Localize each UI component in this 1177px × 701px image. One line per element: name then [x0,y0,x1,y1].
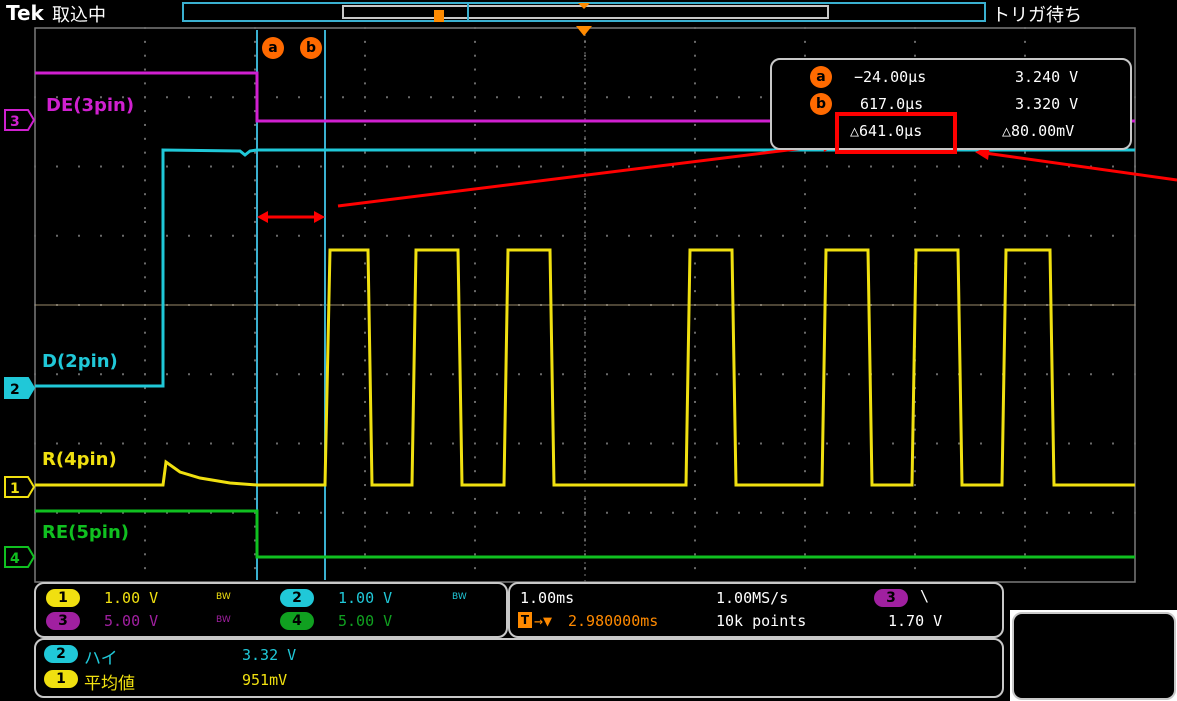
ch4-scale: 5.00 V [338,612,393,630]
ch3-scale: 5.00 V [104,612,159,630]
cursor-b-time: 617.0μs [860,95,924,113]
trigger-slope-icon: \ [920,587,930,605]
trigger-marker[interactable] [576,26,592,36]
cursor-a-label[interactable]: a [262,37,284,59]
ch2-scale: 1.00 V [338,589,393,607]
ch3-bw-limit: BW [216,615,231,625]
ch1-scale: 1.00 V [104,589,159,607]
oscilloscope-screen: Tek 取込中 トリガ待ち 3 2 1 4 a b DE(3pin) D(2pi… [0,0,1177,701]
delta-volt: △80.00mV [1002,122,1075,140]
delta-time-highlight-box [835,112,957,154]
ch3-label: DE(3pin) [46,95,135,116]
svg-text:1: 1 [10,481,20,497]
ch2-badge[interactable]: 2 [280,589,314,607]
ch4-label: RE(5pin) [42,522,130,543]
trigger-level: 1.70 V [888,612,943,630]
ch2-label: D(2pin) [42,351,118,372]
record-length: 10k points [716,612,807,630]
annotation-pointer-line-2 [984,151,1177,182]
measure-1-channel-badge: 2 [44,645,78,663]
ch1-label: R(4pin) [42,449,117,470]
measure-2-value: 951mV [242,671,288,689]
ch3-badge[interactable]: 3 [46,612,80,630]
measurement-panel[interactable]: 2 ハイ 3.32 V 1 平均値 951mV [34,638,1004,698]
sample-rate: 1.00MS/s [716,589,789,607]
measure-1-name: ハイ [84,649,118,669]
horizontal-settings-panel[interactable]: 1.00ms 1.00MS/s 3 \ T →▼ 2.980000ms 10k … [508,582,1004,638]
trigger-source-badge[interactable]: 3 [874,589,908,607]
trigger-position-icon: T [518,612,532,628]
readout-b-icon: b [810,93,832,115]
time-per-div: 1.00ms [520,589,575,607]
ch1-bw-limit: BW [216,592,231,602]
side-panel-edge [1012,612,1176,700]
svg-text:2: 2 [10,382,20,398]
ch2-bw-limit: BW [452,592,467,602]
cursor-b-volt: 3.320 V [1015,95,1079,113]
cursor-b-label[interactable]: b [300,37,322,59]
trigger-position: 2.980000ms [568,612,659,630]
ch3-marker[interactable]: 3 [4,109,36,131]
measure-2-channel-badge: 1 [44,670,78,688]
ch1-badge[interactable]: 1 [46,589,80,607]
svg-text:4: 4 [10,551,20,567]
annotation-pointer-line [337,143,829,208]
vertical-settings-panel[interactable]: 1 1.00 V BW 2 1.00 V BW 3 5.00 V BW 4 5.… [34,582,508,638]
svg-text:3: 3 [10,114,20,130]
measure-2-name: 平均値 [84,674,135,694]
cursor-a-time: −24.00μs [854,68,927,86]
readout-a-icon: a [810,66,832,88]
measure-1-value: 3.32 V [242,646,297,664]
ch4-badge[interactable]: 4 [280,612,314,630]
ch4-marker[interactable]: 4 [4,546,36,568]
ch1-marker[interactable]: 1 [4,476,36,498]
cursor-a-volt: 3.240 V [1015,68,1079,86]
ch2-marker[interactable]: 2 [4,377,36,399]
